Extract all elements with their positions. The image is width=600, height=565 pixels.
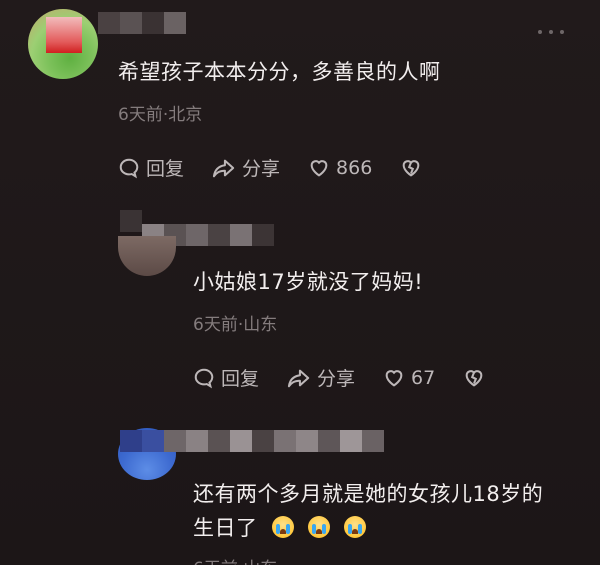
comment-meta: 6天前·北京 xyxy=(118,105,203,125)
crying-emoji-icon xyxy=(307,516,330,538)
like-heart-icon xyxy=(385,369,403,387)
like-count: 866 xyxy=(336,156,373,179)
comment-text-line2-label: 生日了 xyxy=(193,516,258,540)
comment-thread: 希望孩子本本分分，多善良的人啊 6天前·北京 回复 分享 866 小姑娘17岁就… xyxy=(0,0,600,565)
comment-text: 小姑娘17岁就没了妈妈! xyxy=(193,270,424,294)
avatar[interactable] xyxy=(118,236,176,276)
crying-emoji-icon xyxy=(343,516,366,538)
reply-button[interactable]: 回复 xyxy=(118,154,184,181)
dislike-button[interactable] xyxy=(400,157,428,179)
username-blurred[interactable] xyxy=(120,430,384,452)
reply-icon xyxy=(194,368,214,388)
like-button[interactable]: 67 xyxy=(383,367,435,389)
share-icon xyxy=(212,159,235,177)
comment-text-line1: 还有两个多月就是她的女孩儿18岁的 xyxy=(193,482,544,506)
comment-text-line2: 生日了 xyxy=(193,512,366,546)
reply-button[interactable]: 回复 xyxy=(193,364,259,391)
share-label: 分享 xyxy=(317,368,356,390)
dislike-broken-heart-icon xyxy=(402,159,420,177)
reply-label: 回复 xyxy=(146,158,185,180)
like-heart-icon xyxy=(310,159,328,177)
username-blurred[interactable] xyxy=(98,12,186,34)
reply-label: 回复 xyxy=(221,368,260,390)
reply-icon xyxy=(119,158,139,178)
comment-actions: 回复 分享 866 xyxy=(118,154,456,181)
share-button[interactable]: 分享 xyxy=(287,364,355,391)
comment-meta: 6天前·山东 xyxy=(193,315,278,335)
crying-emoji-icon xyxy=(271,516,294,538)
comment-text: 希望孩子本本分分，多善良的人啊 xyxy=(118,60,441,84)
share-button[interactable]: 分享 xyxy=(212,154,280,181)
share-label: 分享 xyxy=(242,158,281,180)
avatar[interactable] xyxy=(28,9,98,79)
dislike-broken-heart-icon xyxy=(465,369,483,387)
comment-meta: 6天前·山东 xyxy=(193,554,277,565)
like-count: 67 xyxy=(411,366,436,389)
more-options-icon[interactable] xyxy=(538,28,564,36)
like-button[interactable]: 866 xyxy=(308,157,372,179)
share-icon xyxy=(287,369,310,387)
username-blurred[interactable] xyxy=(120,210,274,246)
dislike-button[interactable] xyxy=(463,367,491,389)
comment-actions: 回复 分享 67 xyxy=(193,364,519,391)
